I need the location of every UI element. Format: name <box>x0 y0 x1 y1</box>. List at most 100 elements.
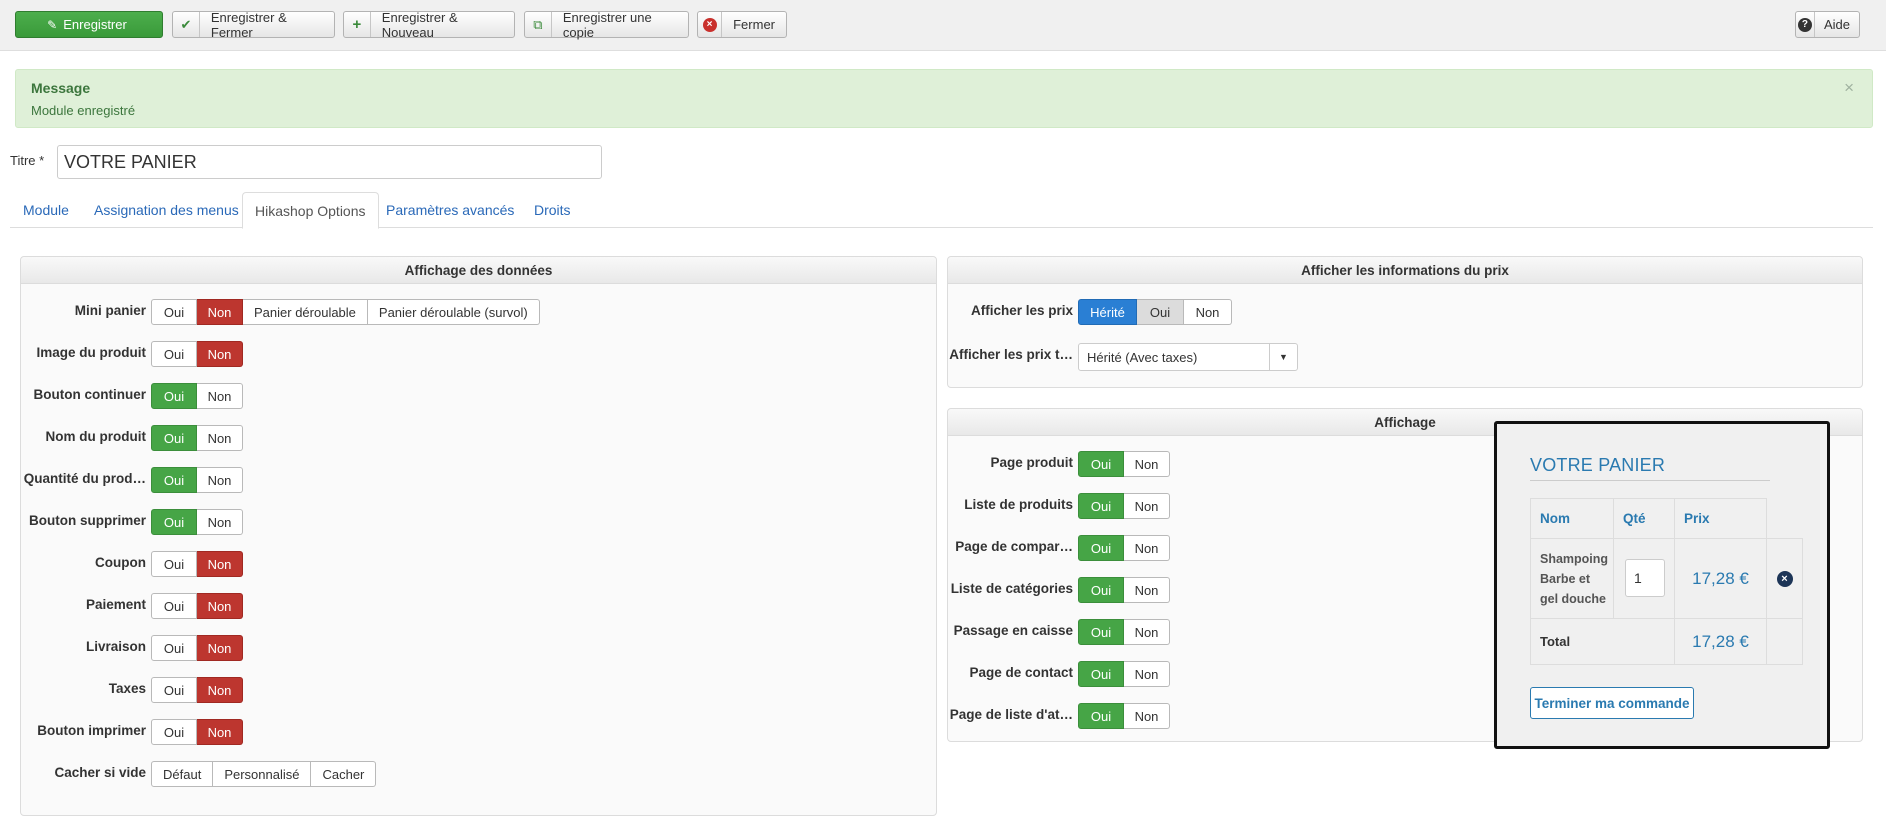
copy-icon: ⧉ <box>525 12 552 37</box>
tab-rights[interactable]: Droits <box>522 192 583 228</box>
option-non-button[interactable]: Non <box>197 383 243 409</box>
tab-advanced-params[interactable]: Paramètres avancés <box>374 192 526 228</box>
option-oui-button[interactable]: Oui <box>151 299 197 325</box>
save-button[interactable]: ✎ Enregistrer <box>15 11 163 38</box>
tab-hikashop-options[interactable]: Hikashop Options <box>242 192 379 229</box>
option-non-button[interactable]: Non <box>197 425 243 451</box>
title-input[interactable] <box>57 145 602 179</box>
toggle-group: Oui Non <box>1078 451 1170 477</box>
option-non-button[interactable]: Non <box>197 341 243 367</box>
tab-menu-assignment[interactable]: Assignation des menus <box>82 192 251 228</box>
option-non-button[interactable]: Non <box>197 719 243 745</box>
option-oui-button[interactable]: Oui <box>1078 661 1124 687</box>
option-non-button[interactable]: Non <box>1124 493 1170 519</box>
show-prices-label: Afficher les prix <box>970 303 1073 318</box>
show-prices-t-value: Hérité (Avec taxes) <box>1087 349 1198 365</box>
save-close-label: Enregistrer & Fermer <box>210 9 287 40</box>
option-non-button[interactable]: Non <box>1124 703 1170 729</box>
option-non-button[interactable]: Non <box>197 509 243 535</box>
help-label: Aide <box>1823 17 1850 32</box>
option-non-button[interactable]: Non <box>197 467 243 493</box>
title-label: Titre * <box>10 153 45 168</box>
option-oui-button[interactable]: Oui <box>151 551 197 577</box>
save-new-button[interactable]: + Enregistrer & Nouveau <box>343 10 515 40</box>
option-panier-deroulable-button[interactable]: Panier déroulable <box>243 299 368 325</box>
option-oui-button[interactable]: Oui <box>1078 703 1124 729</box>
setting-label: Liste de catégories <box>950 581 1073 596</box>
toggle-group: Oui Non <box>151 719 243 745</box>
setting-label: Passage en caisse <box>953 623 1073 638</box>
toggle-group: Oui Non <box>151 467 243 493</box>
option-non-button[interactable]: Non <box>197 635 243 661</box>
price-info-heading: Afficher les informations du prix <box>948 257 1862 284</box>
option-non-button[interactable]: Non <box>1124 661 1170 687</box>
option-non-button[interactable]: Non <box>1124 577 1170 603</box>
setting-label: Coupon <box>95 555 146 570</box>
option-defaut-button[interactable]: Défaut <box>151 761 214 787</box>
option-oui-button[interactable]: Oui <box>151 509 197 535</box>
setting-label: Quantité du prod… <box>23 471 146 486</box>
save-close-button[interactable]: ✔ Enregistrer & Fermer <box>172 9 335 40</box>
message-text: Module enregistré <box>31 103 136 118</box>
cart-title-divider <box>1530 480 1770 481</box>
price-option-non-button[interactable]: Non <box>1184 299 1232 325</box>
cart-title: VOTRE PANIER <box>1530 455 1666 475</box>
option-cacher-button[interactable]: Cacher <box>311 761 377 787</box>
setting-label: Page de compar… <box>955 539 1073 554</box>
check-icon: ✔ <box>173 12 200 37</box>
option-oui-button[interactable]: Oui <box>1078 493 1124 519</box>
setting-label: Livraison <box>85 639 146 654</box>
option-oui-button[interactable]: Oui <box>151 677 197 703</box>
option-personnalise-button[interactable]: Personnalisé <box>213 761 312 787</box>
option-oui-button[interactable]: Oui <box>151 593 197 619</box>
close-button[interactable]: × Fermer <box>697 11 787 38</box>
option-oui-button[interactable]: Oui <box>1078 577 1124 603</box>
show-prices-toggle: Hérité Oui Non <box>1078 299 1232 325</box>
option-non-button[interactable]: Non <box>197 299 243 325</box>
option-non-button[interactable]: Non <box>197 551 243 577</box>
option-non-button[interactable]: Non <box>1124 535 1170 561</box>
cart-qty-input[interactable]: 1 <box>1625 559 1665 597</box>
help-button[interactable]: ? Aide <box>1795 11 1860 38</box>
setting-label: Mini panier <box>74 303 146 318</box>
setting-row-nom-du-produit: Nom du produit Oui Non <box>21 425 921 451</box>
option-oui-button[interactable]: Oui <box>151 719 197 745</box>
price-option-oui-button[interactable]: Oui <box>1137 299 1184 325</box>
option-oui-button[interactable]: Oui <box>151 425 197 451</box>
option-oui-button[interactable]: Oui <box>151 383 197 409</box>
option-oui-button[interactable]: Oui <box>1078 451 1124 477</box>
option-oui-button[interactable]: Oui <box>151 635 197 661</box>
option-non-button[interactable]: Non <box>197 677 243 703</box>
option-oui-button[interactable]: Oui <box>1078 619 1124 645</box>
remove-item-icon[interactable]: × <box>1776 570 1793 587</box>
cart-remove-cell: × <box>1766 538 1803 619</box>
save-copy-button[interactable]: ⧉ Enregistrer une copie <box>524 10 689 40</box>
toggle-group: Oui Non <box>1078 703 1170 729</box>
dismiss-icon[interactable]: × <box>1844 78 1854 98</box>
question-icon: ? <box>1796 12 1815 37</box>
toolbar: ✎ Enregistrer ✔ Enregistrer & Fermer + E… <box>0 0 1886 51</box>
price-option-herite-button[interactable]: Hérité <box>1078 299 1137 325</box>
option-non-button[interactable]: Non <box>197 593 243 619</box>
toggle-group: Oui Non <box>1078 535 1170 561</box>
option-oui-button[interactable]: Oui <box>151 467 197 493</box>
option-oui-button[interactable]: Oui <box>1078 535 1124 561</box>
setting-label: Taxes <box>108 681 146 696</box>
option-oui-button[interactable]: Oui <box>151 341 197 367</box>
success-message: Message Module enregistré × <box>15 69 1873 128</box>
caret-down-icon: ▼ <box>1269 344 1297 370</box>
setting-label: Paiement <box>85 597 146 612</box>
tab-module[interactable]: Module <box>11 192 81 228</box>
toggle-group: Oui Non <box>151 593 243 619</box>
show-prices-t-row: Afficher les prix t… Hérité (Avec taxes)… <box>948 343 1848 371</box>
cart-col-price: Prix <box>1674 498 1767 539</box>
option-non-button[interactable]: Non <box>1124 619 1170 645</box>
plus-icon: + <box>344 12 371 37</box>
checkout-button[interactable]: Terminer ma commande <box>1530 687 1694 719</box>
save-button-label: Enregistrer <box>63 17 127 32</box>
option-panier-deroulable-survol-button[interactable]: Panier déroulable (survol) <box>367 299 540 325</box>
option-non-button[interactable]: Non <box>1124 451 1170 477</box>
setting-row-bouton-continuer: Bouton continuer Oui Non <box>21 383 921 409</box>
show-prices-t-select[interactable]: Hérité (Avec taxes) ▼ <box>1078 343 1298 371</box>
data-display-heading: Affichage des données <box>21 257 936 284</box>
